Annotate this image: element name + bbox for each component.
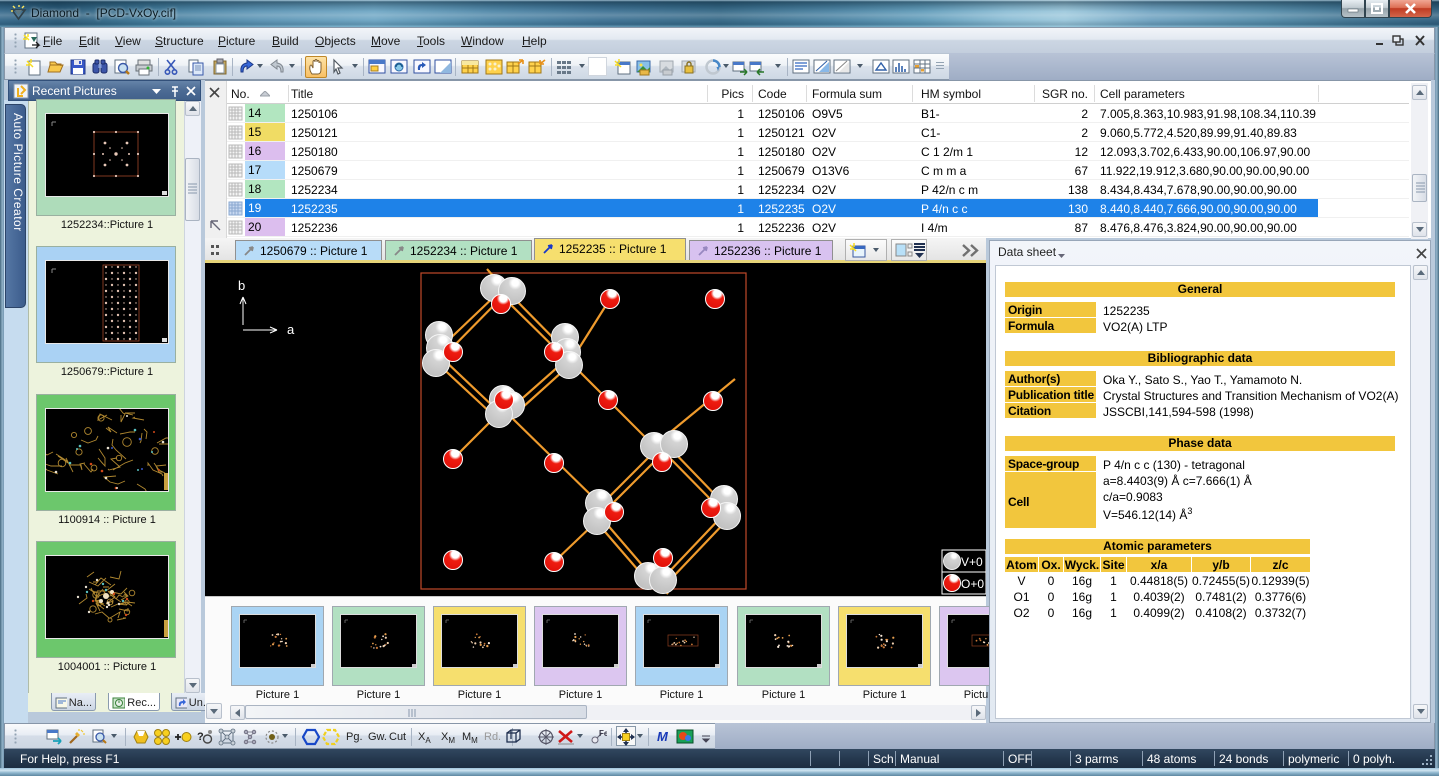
svg-text:O+0: O+0 — [961, 577, 984, 591]
svg-text:b: b — [238, 278, 245, 293]
svg-text:?: ? — [197, 731, 204, 743]
svg-text:a: a — [287, 322, 295, 337]
svg-text:Fe: Fe — [599, 729, 607, 738]
svg-text:V+0: V+0 — [961, 555, 983, 569]
